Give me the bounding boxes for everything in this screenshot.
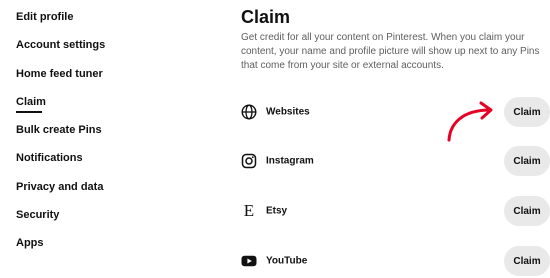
- claim-description: Get credit for all your content on Pinte…: [241, 32, 540, 71]
- sidebar-item-apps[interactable]: Apps: [16, 237, 44, 249]
- claim-etsy-button[interactable]: Claim: [504, 196, 550, 226]
- claim-row-instagram: Instagram Claim: [241, 146, 550, 176]
- sidebar-item-notifications[interactable]: Notifications: [16, 152, 83, 164]
- sidebar-item-claim[interactable]: Claim: [16, 96, 46, 113]
- claim-youtube-button[interactable]: Claim: [504, 246, 550, 276]
- etsy-icon: E: [241, 201, 257, 220]
- websites-label: Websites: [266, 106, 310, 118]
- youtube-label: YouTube: [266, 255, 308, 267]
- sidebar-item-home-feed-tuner[interactable]: Home feed tuner: [16, 68, 103, 80]
- sidebar-item-security[interactable]: Security: [16, 209, 59, 221]
- sidebar-item-account-settings[interactable]: Account settings: [16, 39, 105, 51]
- claim-panel: Claim Get credit for all your content on…: [241, 0, 550, 278]
- sidebar-item-bulk-create-pins[interactable]: Bulk create Pins: [16, 124, 102, 136]
- sidebar-item-privacy-and-data[interactable]: Privacy and data: [16, 181, 103, 193]
- etsy-glyph: E: [243, 201, 255, 220]
- youtube-icon: [241, 253, 257, 269]
- claim-row-websites: Websites Claim: [241, 97, 550, 127]
- claim-instagram-button[interactable]: Claim: [504, 146, 550, 176]
- claim-websites-button[interactable]: Claim: [504, 97, 550, 127]
- page-title: Claim: [241, 7, 291, 27]
- claim-row-etsy: E Etsy Claim: [241, 196, 550, 226]
- sidebar-item-edit-profile[interactable]: Edit profile: [16, 11, 73, 23]
- instagram-label: Instagram: [266, 155, 314, 167]
- settings-sidebar: Edit profile Account settings Home feed …: [0, 0, 200, 278]
- etsy-label: Etsy: [266, 205, 288, 217]
- claim-row-youtube: YouTube Claim: [241, 246, 550, 276]
- instagram-icon: [241, 153, 257, 169]
- globe-icon: [241, 104, 257, 120]
- annotation-arrow-icon: [447, 101, 493, 142]
